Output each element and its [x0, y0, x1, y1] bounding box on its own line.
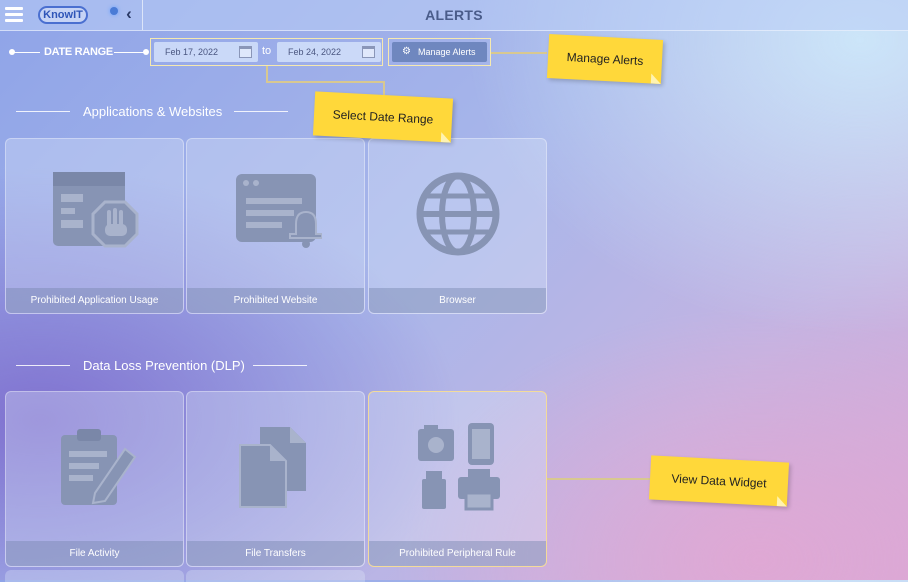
divider-line	[114, 52, 144, 53]
divider-line	[14, 52, 40, 53]
annotation-connector	[547, 478, 650, 480]
sticky-note-text: Manage Alerts	[566, 50, 644, 68]
calendar-icon[interactable]	[239, 46, 252, 58]
tile-caption: Browser	[369, 288, 546, 313]
sticky-note-text: Select Date Range	[332, 107, 434, 127]
gear-icon: ⚙	[402, 46, 411, 57]
section-divider	[16, 111, 70, 112]
section-title-dlp: Data Loss Prevention (DLP)	[83, 358, 245, 373]
section-divider	[253, 365, 307, 366]
sticky-note-view-data-widget: View Data Widget	[648, 455, 790, 507]
tile-caption: Prohibited Website	[187, 288, 364, 313]
to-label: to	[262, 45, 272, 57]
manage-alerts-wrapper: ⚙ Manage Alerts	[388, 38, 491, 66]
annotation-connector	[491, 52, 547, 54]
tile-caption: File Activity	[6, 541, 183, 566]
manage-alerts-label: Manage Alerts	[418, 47, 476, 57]
divider-dot	[143, 49, 149, 55]
start-date-value: Feb 17, 2022	[165, 47, 219, 57]
files-copy-icon	[187, 392, 364, 542]
section-title-applications: Applications & Websites	[83, 104, 223, 119]
tile-caption: Prohibited Application Usage	[6, 288, 183, 313]
tile-prohibited-website[interactable]: Prohibited Website	[186, 138, 365, 314]
sticky-note-text: View Data Widget	[671, 471, 767, 491]
sticky-note-manage-alerts: Manage Alerts	[546, 34, 664, 84]
tile-partial	[5, 570, 184, 582]
manage-alerts-button[interactable]: ⚙ Manage Alerts	[392, 42, 487, 62]
date-range-picker: Feb 17, 2022 to Feb 24, 2022	[150, 38, 383, 66]
end-date-field[interactable]: Feb 24, 2022	[277, 42, 381, 62]
app-block-icon	[6, 139, 183, 289]
note-fold	[650, 73, 662, 84]
end-date-value: Feb 24, 2022	[288, 47, 342, 57]
annotation-connector	[266, 66, 268, 82]
section-divider	[234, 111, 288, 112]
peripherals-icon	[369, 392, 546, 542]
sticky-note-select-date-range: Select Date Range	[312, 91, 454, 143]
top-bar: KnowIT ‹ ALERTS	[0, 0, 908, 31]
tile-file-activity[interactable]: File Activity	[5, 391, 184, 567]
annotation-connector	[383, 81, 385, 95]
calendar-icon[interactable]	[362, 46, 375, 58]
website-alert-icon	[187, 139, 364, 289]
tile-prohibited-application-usage[interactable]: Prohibited Application Usage	[5, 138, 184, 314]
start-date-field[interactable]: Feb 17, 2022	[154, 42, 258, 62]
tile-file-transfers[interactable]: File Transfers	[186, 391, 365, 567]
note-fold	[440, 132, 452, 143]
section-divider	[16, 365, 70, 366]
globe-icon	[369, 139, 546, 289]
date-range-label: DATE RANGE	[44, 46, 113, 58]
tile-partial	[186, 570, 365, 582]
note-fold	[776, 496, 788, 507]
tile-caption: Prohibited Peripheral Rule	[369, 541, 546, 566]
annotation-connector	[266, 81, 384, 83]
file-edit-icon	[6, 392, 183, 542]
tile-caption: File Transfers	[187, 541, 364, 566]
tile-prohibited-peripheral-rule[interactable]: Prohibited Peripheral Rule	[368, 391, 547, 567]
tile-browser[interactable]: Browser	[368, 138, 547, 314]
page-title: ALERTS	[425, 7, 483, 23]
